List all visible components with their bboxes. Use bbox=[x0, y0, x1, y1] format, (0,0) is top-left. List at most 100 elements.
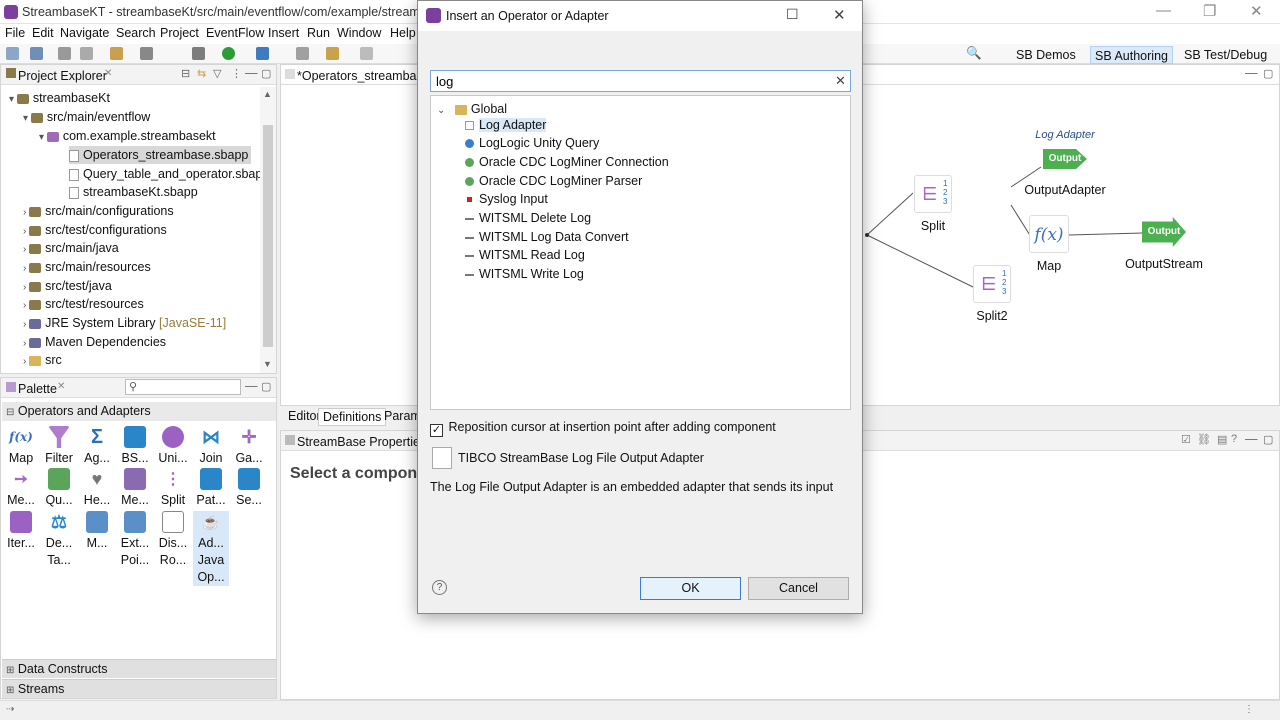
tree-item-src-main-eventflow[interactable]: ▾ src/main/eventflow bbox=[23, 108, 150, 126]
run-icon[interactable] bbox=[222, 47, 235, 60]
properties-icon[interactable] bbox=[58, 47, 71, 60]
menu-project[interactable]: Project bbox=[160, 26, 199, 40]
palette-item-query[interactable]: Qu... bbox=[41, 468, 77, 509]
tree-item-src-test-resources[interactable]: › src/test/resources bbox=[23, 295, 144, 313]
palette-item-distributed-router[interactable]: Dis... Ro... bbox=[155, 511, 191, 569]
scroll-up-icon[interactable]: ▲ bbox=[263, 89, 272, 99]
palette-item-split[interactable]: ⋮ Split bbox=[155, 468, 191, 509]
palette-item-iterate[interactable]: Iter... bbox=[3, 511, 39, 552]
save-icon[interactable] bbox=[30, 47, 43, 60]
tree-item-src-main-resources[interactable]: › src/main/resources bbox=[23, 258, 151, 276]
menu-run[interactable]: Run bbox=[307, 26, 330, 40]
tree-item-com-example-streambasekt[interactable]: ▾ com.example.streambasekt bbox=[39, 127, 216, 145]
view-icon[interactable]: ▤ bbox=[1217, 433, 1227, 446]
tree-item-src[interactable]: › src bbox=[23, 351, 62, 369]
palette-item-union[interactable]: Uni... bbox=[155, 426, 191, 467]
palette-item-gather[interactable]: ✛ Ga... bbox=[231, 426, 267, 467]
palette-item-merge[interactable]: ➙ Me... bbox=[3, 468, 39, 509]
palette-title[interactable]: Palette bbox=[18, 382, 57, 396]
explorer-scrollbar[interactable]: ▲ ▼ bbox=[260, 87, 276, 373]
external-tools-icon[interactable] bbox=[256, 47, 269, 60]
scroll-down-icon[interactable]: ▼ bbox=[263, 359, 272, 369]
project-explorer-title[interactable]: Project Explorer bbox=[18, 69, 107, 83]
close-icon[interactable]: ✕ bbox=[1250, 2, 1263, 20]
palette-item-decision-table[interactable]: ⚖ De... Ta... bbox=[41, 511, 77, 569]
result-item[interactable]: Oracle CDC LogMiner Parser bbox=[465, 172, 642, 191]
palette-item-java-operator[interactable]: ☕ Ad... Java Op... bbox=[193, 511, 229, 586]
collapse-all-icon[interactable]: ⊟ bbox=[181, 67, 190, 80]
palette-item-filter[interactable]: Filter bbox=[41, 426, 77, 467]
node-split[interactable]: ⋿ 1 2 3 Split bbox=[914, 175, 952, 233]
palette-section-streams[interactable]: ⊞ Streams bbox=[2, 679, 276, 698]
search-input-field[interactable] bbox=[431, 71, 821, 91]
filter-icon[interactable]: ▽ bbox=[213, 67, 221, 80]
menu-help[interactable]: Help bbox=[390, 26, 416, 40]
palette-item-metronome[interactable]: Me... bbox=[117, 468, 153, 509]
minimize-icon[interactable]: — bbox=[1156, 2, 1171, 19]
node-output-stream[interactable]: Output OutputStream bbox=[1121, 217, 1207, 271]
menu-search[interactable]: Search bbox=[116, 26, 156, 40]
menu-eventflow[interactable]: EventFlow bbox=[206, 26, 264, 40]
result-item[interactable]: Log Adapter bbox=[465, 116, 547, 135]
search-input[interactable]: ✕ bbox=[430, 70, 851, 92]
terminal-icon[interactable] bbox=[80, 47, 93, 60]
palette-item-sequence[interactable]: Se... bbox=[231, 468, 267, 509]
maximize-view-icon[interactable]: ▢ bbox=[261, 67, 271, 80]
palette-search-input[interactable]: ⚲ bbox=[125, 379, 241, 395]
status-menu-icon[interactable]: ⋮ bbox=[1244, 704, 1254, 715]
result-item[interactable]: WITSML Write Log bbox=[465, 265, 584, 284]
palette-item-bs[interactable]: BS... bbox=[117, 426, 153, 467]
minimize-view-icon[interactable]: — bbox=[245, 379, 258, 393]
clear-search-icon[interactable]: ✕ bbox=[835, 73, 846, 89]
link-editor-icon[interactable]: ⇆ bbox=[197, 67, 206, 80]
menu-edit[interactable]: Edit bbox=[32, 26, 54, 40]
tree-item-src-test-java[interactable]: › src/test/java bbox=[23, 277, 112, 295]
cancel-button[interactable]: Cancel bbox=[748, 577, 849, 600]
node-map[interactable]: f(x) Map bbox=[1029, 215, 1069, 273]
close-tab-icon[interactable]: ✕ bbox=[57, 381, 65, 392]
debug-icon[interactable] bbox=[140, 47, 153, 60]
tree-item-src-test-configurations[interactable]: › src/test/configurations bbox=[23, 221, 167, 239]
result-item[interactable]: WITSML Delete Log bbox=[465, 209, 591, 228]
reposition-checkbox-row[interactable]: ✓ Reposition cursor at insertion point a… bbox=[430, 420, 776, 437]
palette-item-model[interactable]: M... bbox=[79, 511, 115, 552]
close-tab-icon[interactable]: ✕ bbox=[104, 68, 112, 79]
tree-item-src-main-java[interactable]: › src/main/java bbox=[23, 239, 119, 257]
tree-item-query-table-sbapp[interactable]: Query_table_and_operator.sbapp bbox=[69, 165, 269, 183]
result-item[interactable]: Syslog Input bbox=[467, 190, 548, 209]
tool-icon[interactable] bbox=[110, 47, 123, 60]
palette-section-data-constructs[interactable]: ⊞ Data Constructs bbox=[2, 659, 276, 678]
properties-title[interactable]: StreamBase Properties bbox=[297, 435, 426, 449]
tree-item-operators-sbapp[interactable]: Operators_streambase.sbapp bbox=[69, 146, 252, 164]
close-icon[interactable]: ✕ bbox=[833, 6, 846, 24]
palette-item-pattern[interactable]: Pat... bbox=[193, 468, 229, 509]
result-item[interactable]: LogLogic Unity Query bbox=[465, 134, 599, 153]
maximize-view-icon[interactable]: ▢ bbox=[1263, 433, 1273, 446]
search-toolbar-icon[interactable] bbox=[296, 47, 309, 60]
maximize-view-icon[interactable]: ▢ bbox=[261, 380, 271, 393]
tree-item-streambasekt-sbapp[interactable]: streambaseKt.sbapp bbox=[69, 183, 198, 201]
palette-section-operators[interactable]: ⊟ Operators and Adapters bbox=[2, 402, 276, 421]
palette-item-map[interactable]: f(x) Map bbox=[3, 426, 39, 467]
menu-navigate[interactable]: Navigate bbox=[60, 26, 109, 40]
palette-item-aggregate[interactable]: Σ Ag... bbox=[79, 426, 115, 467]
tree-item-src-main-configurations[interactable]: › src/main/configurations bbox=[23, 202, 174, 220]
node-output-adapter[interactable]: Log Adapter Output OutputAdapter bbox=[1023, 129, 1107, 197]
restore-icon[interactable]: ❐ bbox=[1203, 2, 1216, 20]
result-item[interactable]: Oracle CDC LogMiner Connection bbox=[465, 153, 669, 172]
perspective-sb-test-debug[interactable]: SB Test/Debug bbox=[1180, 46, 1271, 64]
nav-icon[interactable] bbox=[360, 47, 373, 60]
menu-insert[interactable]: Insert bbox=[268, 26, 299, 40]
checkbox-icon[interactable]: ☑ bbox=[1181, 433, 1191, 446]
minimize-view-icon[interactable]: — bbox=[1245, 432, 1258, 446]
checkbox-checked-icon[interactable]: ✓ bbox=[430, 424, 443, 437]
ok-button[interactable]: OK bbox=[640, 577, 741, 600]
menu-file[interactable]: File bbox=[5, 26, 25, 40]
search-icon[interactable]: 🔍 bbox=[966, 46, 982, 61]
tree-item-jre-system-library[interactable]: › JRE System Library [JavaSE-11] bbox=[23, 314, 226, 332]
tab-definitions[interactable]: Definitions bbox=[318, 408, 387, 426]
result-item[interactable]: WITSML Log Data Convert bbox=[465, 228, 629, 247]
pen-icon[interactable] bbox=[326, 47, 339, 60]
node-split2[interactable]: ⋿ 1 2 3 Split2 bbox=[973, 265, 1011, 323]
link-icon[interactable]: ⛓ bbox=[1197, 433, 1211, 446]
